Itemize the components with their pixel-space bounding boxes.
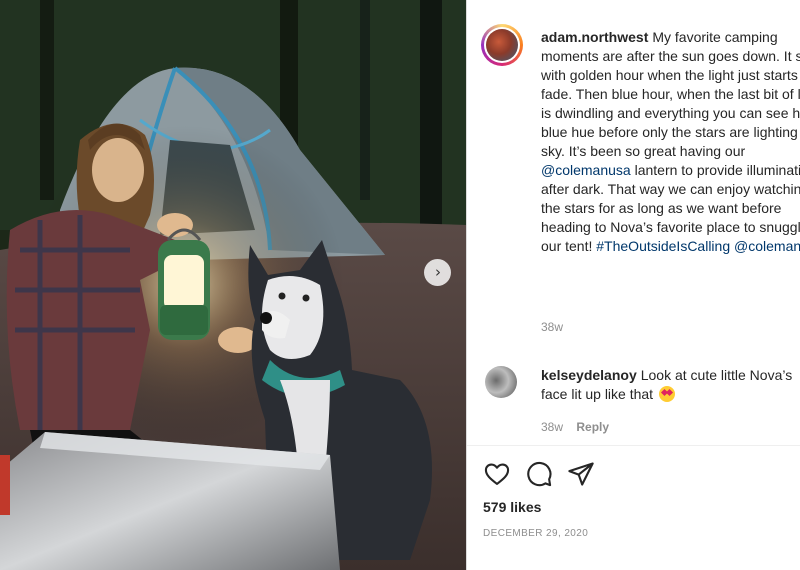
post-sidebar: adam.northwest My favorite camping moment… [466,0,800,570]
hashtag-link[interactable]: #TheOutsideIsCalling [596,238,730,254]
camping-photo-illustration [0,0,466,570]
commenter-avatar[interactable] [485,366,517,398]
comment-meta: 38w Reply [541,420,609,434]
action-bar [483,460,595,488]
next-photo-button[interactable]: › [424,259,451,286]
chevron-right-icon: › [435,263,441,281]
post-timestamp[interactable]: 38w [541,320,563,334]
like-count[interactable]: 579 likes [483,499,541,515]
avatar-image [486,29,518,61]
divider [467,445,800,446]
post-photo[interactable]: › [0,0,466,570]
share-icon[interactable] [567,460,595,488]
post-date[interactable]: DECEMBER 29, 2020 [483,528,588,539]
caption-text: My favorite camping moments are after th… [541,29,800,159]
avatar[interactable] [481,24,523,66]
heart-eyes-emoji-icon [658,386,675,402]
comment-icon[interactable] [525,460,553,488]
post-username[interactable]: adam.northwest [541,29,648,45]
mention-link-2[interactable]: @colemanusa [734,238,800,254]
post-caption: adam.northwest My favorite camping moment… [541,28,800,256]
comment-body: kelseydelanoy Look at cute little Nova’s … [541,366,800,404]
mention-link[interactable]: @colemanusa [541,162,631,178]
heart-icon[interactable] [483,460,511,488]
comment-timestamp[interactable]: 38w [541,420,563,434]
reply-button[interactable]: Reply [576,420,609,434]
comment-username[interactable]: kelseydelanoy [541,367,637,383]
